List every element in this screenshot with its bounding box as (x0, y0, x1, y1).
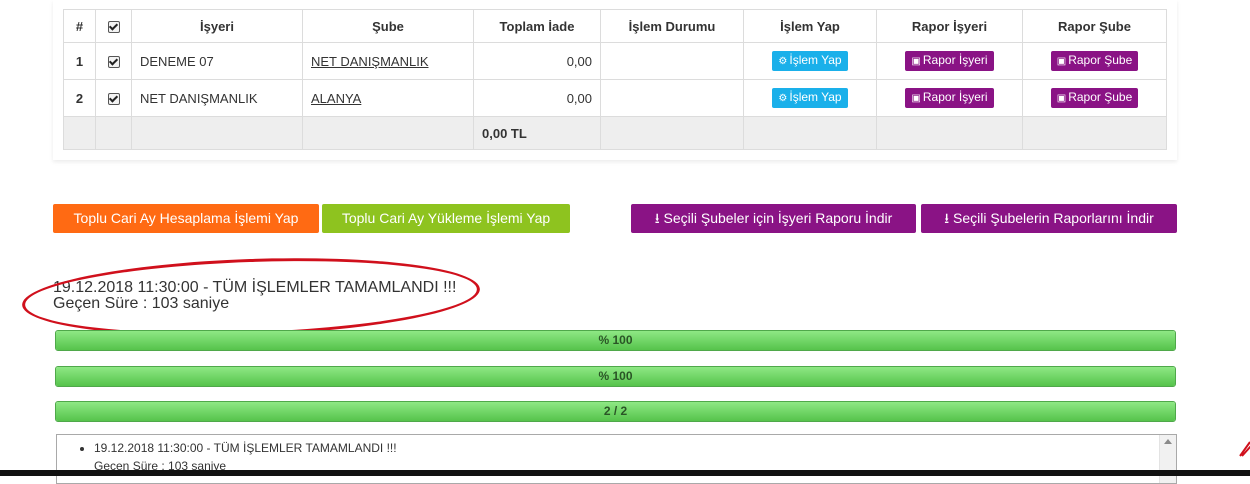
row-checkbox[interactable] (107, 56, 120, 69)
sube-raporlari-indir-button[interactable]: ⭳ Seçili Şubelerin Raporlarını İndir (921, 204, 1177, 233)
row-index: 2 (63, 79, 96, 117)
row-sube[interactable]: ALANYA (302, 79, 474, 117)
col-header-sube[interactable]: Şube (302, 9, 474, 43)
total-cell-empty (302, 116, 474, 150)
toplu-yukleme-button[interactable]: Toplu Cari Ay Yükleme İşlemi Yap (322, 204, 570, 233)
total-cell-empty (1022, 116, 1167, 150)
progress-bar: % 100 (55, 366, 1176, 387)
pdf-icon: ▣ (911, 56, 921, 67)
row-islem-durumu (600, 42, 744, 80)
rapor-isyeri-button[interactable]: ▣ Rapor İşyeri (905, 51, 994, 71)
row-toplam-iade: 0,00 (473, 79, 601, 117)
row-select[interactable] (95, 79, 132, 117)
row-rapor-isyeri-cell: ▣ Rapor İşyeri (876, 42, 1023, 80)
table-row: 2 NET DANIŞMANLIK ALANYA 0,00 ⚙ İşlem Yap… (63, 79, 1167, 117)
progress-bar: % 100 (55, 330, 1176, 351)
row-index: 1 (63, 42, 96, 80)
total-cell-empty (876, 116, 1023, 150)
row-rapor-sube-cell: ▣ Rapor Şube (1022, 42, 1167, 80)
progress-label: 2 / 2 (603, 404, 628, 418)
table-header-row: # İşyeri Şube Toplam İade İşlem Durumu İ… (63, 9, 1167, 43)
pdf-icon: ▣ (1056, 93, 1067, 104)
row-islem-cell: ⚙ İşlem Yap (743, 42, 877, 80)
progress-label: % 100 (598, 333, 633, 347)
islem-yap-button[interactable]: ⚙ İşlem Yap (772, 88, 848, 108)
col-header-rapor-sube: Rapor Şube (1022, 9, 1167, 43)
col-header-toplam-iade[interactable]: Toplam İade (473, 9, 601, 43)
results-table: # İşyeri Şube Toplam İade İşlem Durumu İ… (63, 9, 1167, 150)
isyeri-raporu-indir-label: Seçili Şubeler için İşyeri Raporu İndir (663, 210, 893, 226)
rapor-isyeri-button[interactable]: ▣ Rapor İşyeri (905, 88, 994, 108)
col-header-index: # (63, 9, 96, 43)
progress-label: % 100 (598, 369, 633, 383)
download-icon: ⭳ (944, 210, 950, 226)
bottom-border (0, 470, 1250, 476)
col-header-islem-durumu[interactable]: İşlem Durumu (600, 9, 744, 43)
row-isyeri: NET DANIŞMANLIK (131, 79, 303, 117)
row-rapor-sube-cell: ▣ Rapor Şube (1022, 79, 1167, 117)
row-islem-durumu (600, 79, 744, 117)
rapor-isyeri-label: Rapor İşyeri (922, 90, 988, 104)
scroll-up-arrow-icon[interactable] (1164, 439, 1172, 444)
total-cell-empty (95, 116, 132, 150)
download-icon: ⭳ (654, 210, 660, 226)
pdf-icon: ▣ (1056, 56, 1067, 67)
rapor-isyeri-label: Rapor İşyeri (922, 53, 988, 67)
col-header-rapor-isyeri: Rapor İşyeri (876, 9, 1023, 43)
select-all-checkbox[interactable] (107, 21, 120, 34)
islem-yap-button[interactable]: ⚙ İşlem Yap (772, 51, 848, 71)
col-header-islem-yap: İşlem Yap (743, 9, 877, 43)
results-panel: # İşyeri Şube Toplam İade İşlem Durumu İ… (53, 0, 1177, 160)
total-cell-empty (131, 116, 303, 150)
pdf-icon: ▣ (911, 93, 921, 104)
table-row: 1 DENEME 07 NET DANIŞMANLIK 0,00 ⚙ İşlem … (63, 42, 1167, 80)
sube-link[interactable]: NET DANIŞMANLIK (311, 54, 429, 69)
rapor-sube-label: Rapor Şube (1068, 53, 1133, 67)
log-textbox[interactable]: 19.12.2018 11:30:00 - TÜM İŞLEMLER TAMAM… (56, 434, 1177, 484)
rapor-sube-button[interactable]: ▣ Rapor Şube (1050, 88, 1139, 108)
total-cell-empty (600, 116, 744, 150)
toplu-hesaplama-button[interactable]: Toplu Cari Ay Hesaplama İşlemi Yap (53, 204, 319, 233)
row-isyeri: DENEME 07 (131, 42, 303, 80)
islem-yap-label: İşlem Yap (789, 53, 842, 67)
col-header-isyeri[interactable]: İşyeri (131, 9, 303, 43)
row-toplam-iade: 0,00 (473, 42, 601, 80)
row-sube[interactable]: NET DANIŞMANLIK (302, 42, 474, 80)
sube-link[interactable]: ALANYA (311, 91, 361, 106)
progress-bar: 2 / 2 (55, 401, 1176, 422)
log-item-text: 19.12.2018 11:30:00 - TÜM İŞLEMLER TAMAM… (94, 441, 397, 455)
total-cell-empty (63, 116, 96, 150)
col-header-select[interactable] (95, 9, 132, 43)
sube-raporlari-indir-label: Seçili Şubelerin Raporlarını İndir (953, 210, 1154, 226)
isyeri-raporu-indir-button[interactable]: ⭳ Seçili Şubeler için İşyeri Raporu İndi… (631, 204, 916, 233)
gears-icon: ⚙ (778, 93, 788, 104)
table-total-row: 0,00 TL (63, 116, 1167, 150)
total-cell-empty (743, 116, 877, 150)
row-select[interactable] (95, 42, 132, 80)
row-rapor-isyeri-cell: ▣ Rapor İşyeri (876, 79, 1023, 117)
annotation-arrow-mark (1239, 441, 1250, 457)
rapor-sube-button[interactable]: ▣ Rapor Şube (1050, 51, 1139, 71)
total-toplam-iade: 0,00 TL (473, 116, 601, 150)
gears-icon: ⚙ (778, 56, 788, 67)
islem-yap-label: İşlem Yap (789, 90, 842, 104)
rapor-sube-label: Rapor Şube (1068, 90, 1133, 104)
row-checkbox[interactable] (107, 93, 120, 106)
row-islem-cell: ⚙ İşlem Yap (743, 79, 877, 117)
